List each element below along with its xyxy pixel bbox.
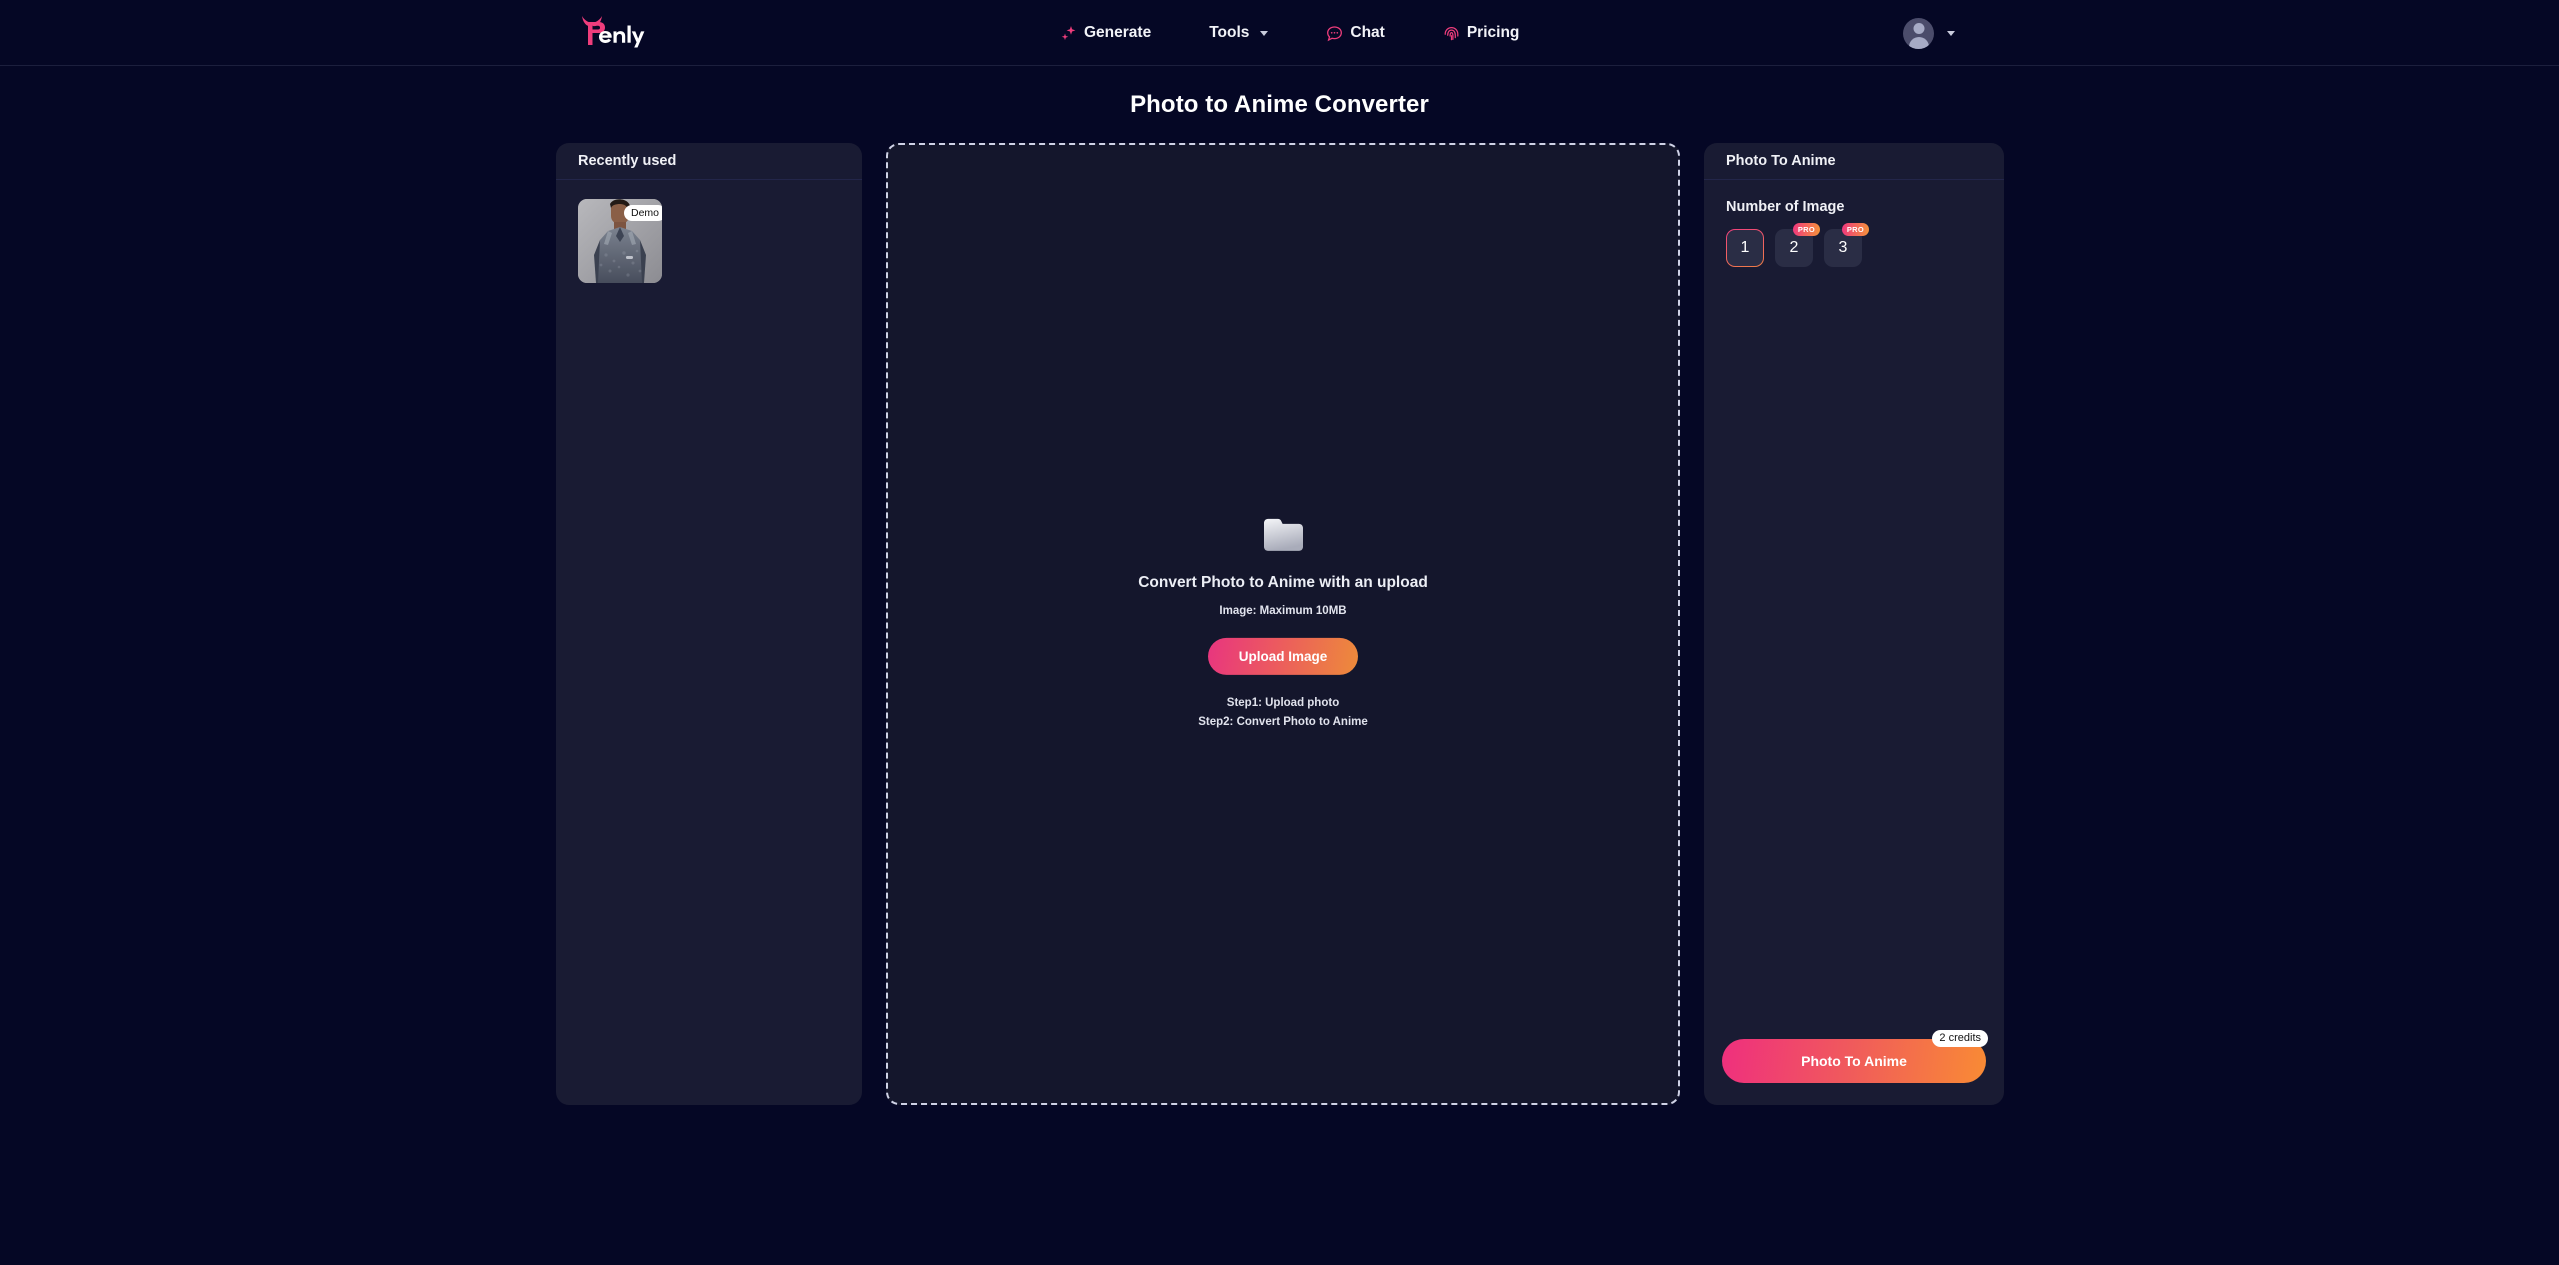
nav-label-tools: Tools: [1209, 24, 1250, 41]
step-2-text: Step2: Convert Photo to Anime: [1198, 715, 1368, 728]
main-navigation: Generate Tools Chat Pricing: [1060, 0, 1519, 66]
generate-cta-wrapper: Photo To Anime 2 credits: [1722, 1030, 1988, 1083]
number-option-2-value: 2: [1789, 239, 1799, 256]
number-option-1[interactable]: 1: [1726, 229, 1764, 267]
recently-used-header: Recently used: [556, 143, 862, 180]
chevron-down-icon: [1947, 30, 1955, 36]
pro-badge: PRO: [1792, 223, 1820, 236]
recently-used-list: Demo: [556, 180, 862, 302]
avatar: [1903, 17, 1934, 49]
nav-label-pricing: Pricing: [1466, 24, 1520, 41]
demo-badge: Demo: [623, 205, 662, 221]
recently-used-panel: Recently used Demo: [556, 143, 862, 1105]
nav-label-generate: Generate: [1084, 24, 1152, 41]
dropzone-content: Convert Photo to Anime with an upload Im…: [888, 517, 1678, 731]
nav-item-tools[interactable]: Tools: [1209, 24, 1269, 42]
account-menu[interactable]: [1903, 0, 1955, 66]
pro-badge: PRO: [1841, 223, 1869, 236]
number-option-1-value: 1: [1740, 239, 1750, 256]
options-header: Photo To Anime: [1704, 143, 2004, 180]
number-of-image-label: Number of Image: [1726, 199, 1845, 215]
main-content: Recently used Demo Convert Photo to Anim…: [556, 143, 2004, 1105]
dropzone-steps: Step1: Upload photo Step2: Convert Photo…: [888, 694, 1678, 731]
penly-logo-icon: [582, 16, 645, 48]
brand-logo[interactable]: [578, 9, 648, 53]
upload-image-button[interactable]: Upload Image: [1207, 637, 1359, 675]
list-item[interactable]: Demo: [578, 199, 662, 283]
recently-used-title: Recently used: [578, 153, 677, 169]
nav-item-generate[interactable]: Generate: [1060, 24, 1151, 42]
dropzone-subtitle: Image: Maximum 10MB: [1219, 604, 1347, 617]
number-of-image-selector: 1 PRO 2 PRO 3: [1726, 223, 1982, 267]
options-body: Number of Image 1 PRO 2 PRO 3: [1704, 180, 2004, 286]
number-option-3[interactable]: PRO 3: [1824, 223, 1869, 267]
step-1-text: Step1: Upload photo: [1226, 696, 1340, 709]
folder-icon: [1263, 518, 1303, 551]
page-title: Photo to Anime Converter: [1130, 91, 1429, 118]
nav-item-chat[interactable]: Chat: [1326, 24, 1385, 42]
nav-item-pricing[interactable]: Pricing: [1443, 24, 1520, 42]
dropzone-title: Convert Photo to Anime with an upload: [1138, 573, 1428, 591]
chat-bubble-icon: [1326, 25, 1343, 42]
top-header: Generate Tools Chat Pricing: [0, 0, 2559, 66]
options-title: Photo To Anime: [1726, 153, 1836, 169]
fingerprint-icon: [1443, 25, 1460, 42]
upload-dropzone[interactable]: Convert Photo to Anime with an upload Im…: [886, 143, 1680, 1105]
number-option-2[interactable]: PRO 2: [1775, 223, 1820, 267]
options-panel: Photo To Anime Number of Image 1 PRO 2 P…: [1704, 143, 2004, 1105]
credits-badge: 2 credits: [1932, 1030, 1988, 1048]
chevron-down-icon: [1260, 30, 1269, 36]
number-option-3-value: 3: [1838, 239, 1848, 256]
sparkle-icon: [1060, 25, 1077, 42]
nav-label-chat: Chat: [1350, 24, 1385, 41]
